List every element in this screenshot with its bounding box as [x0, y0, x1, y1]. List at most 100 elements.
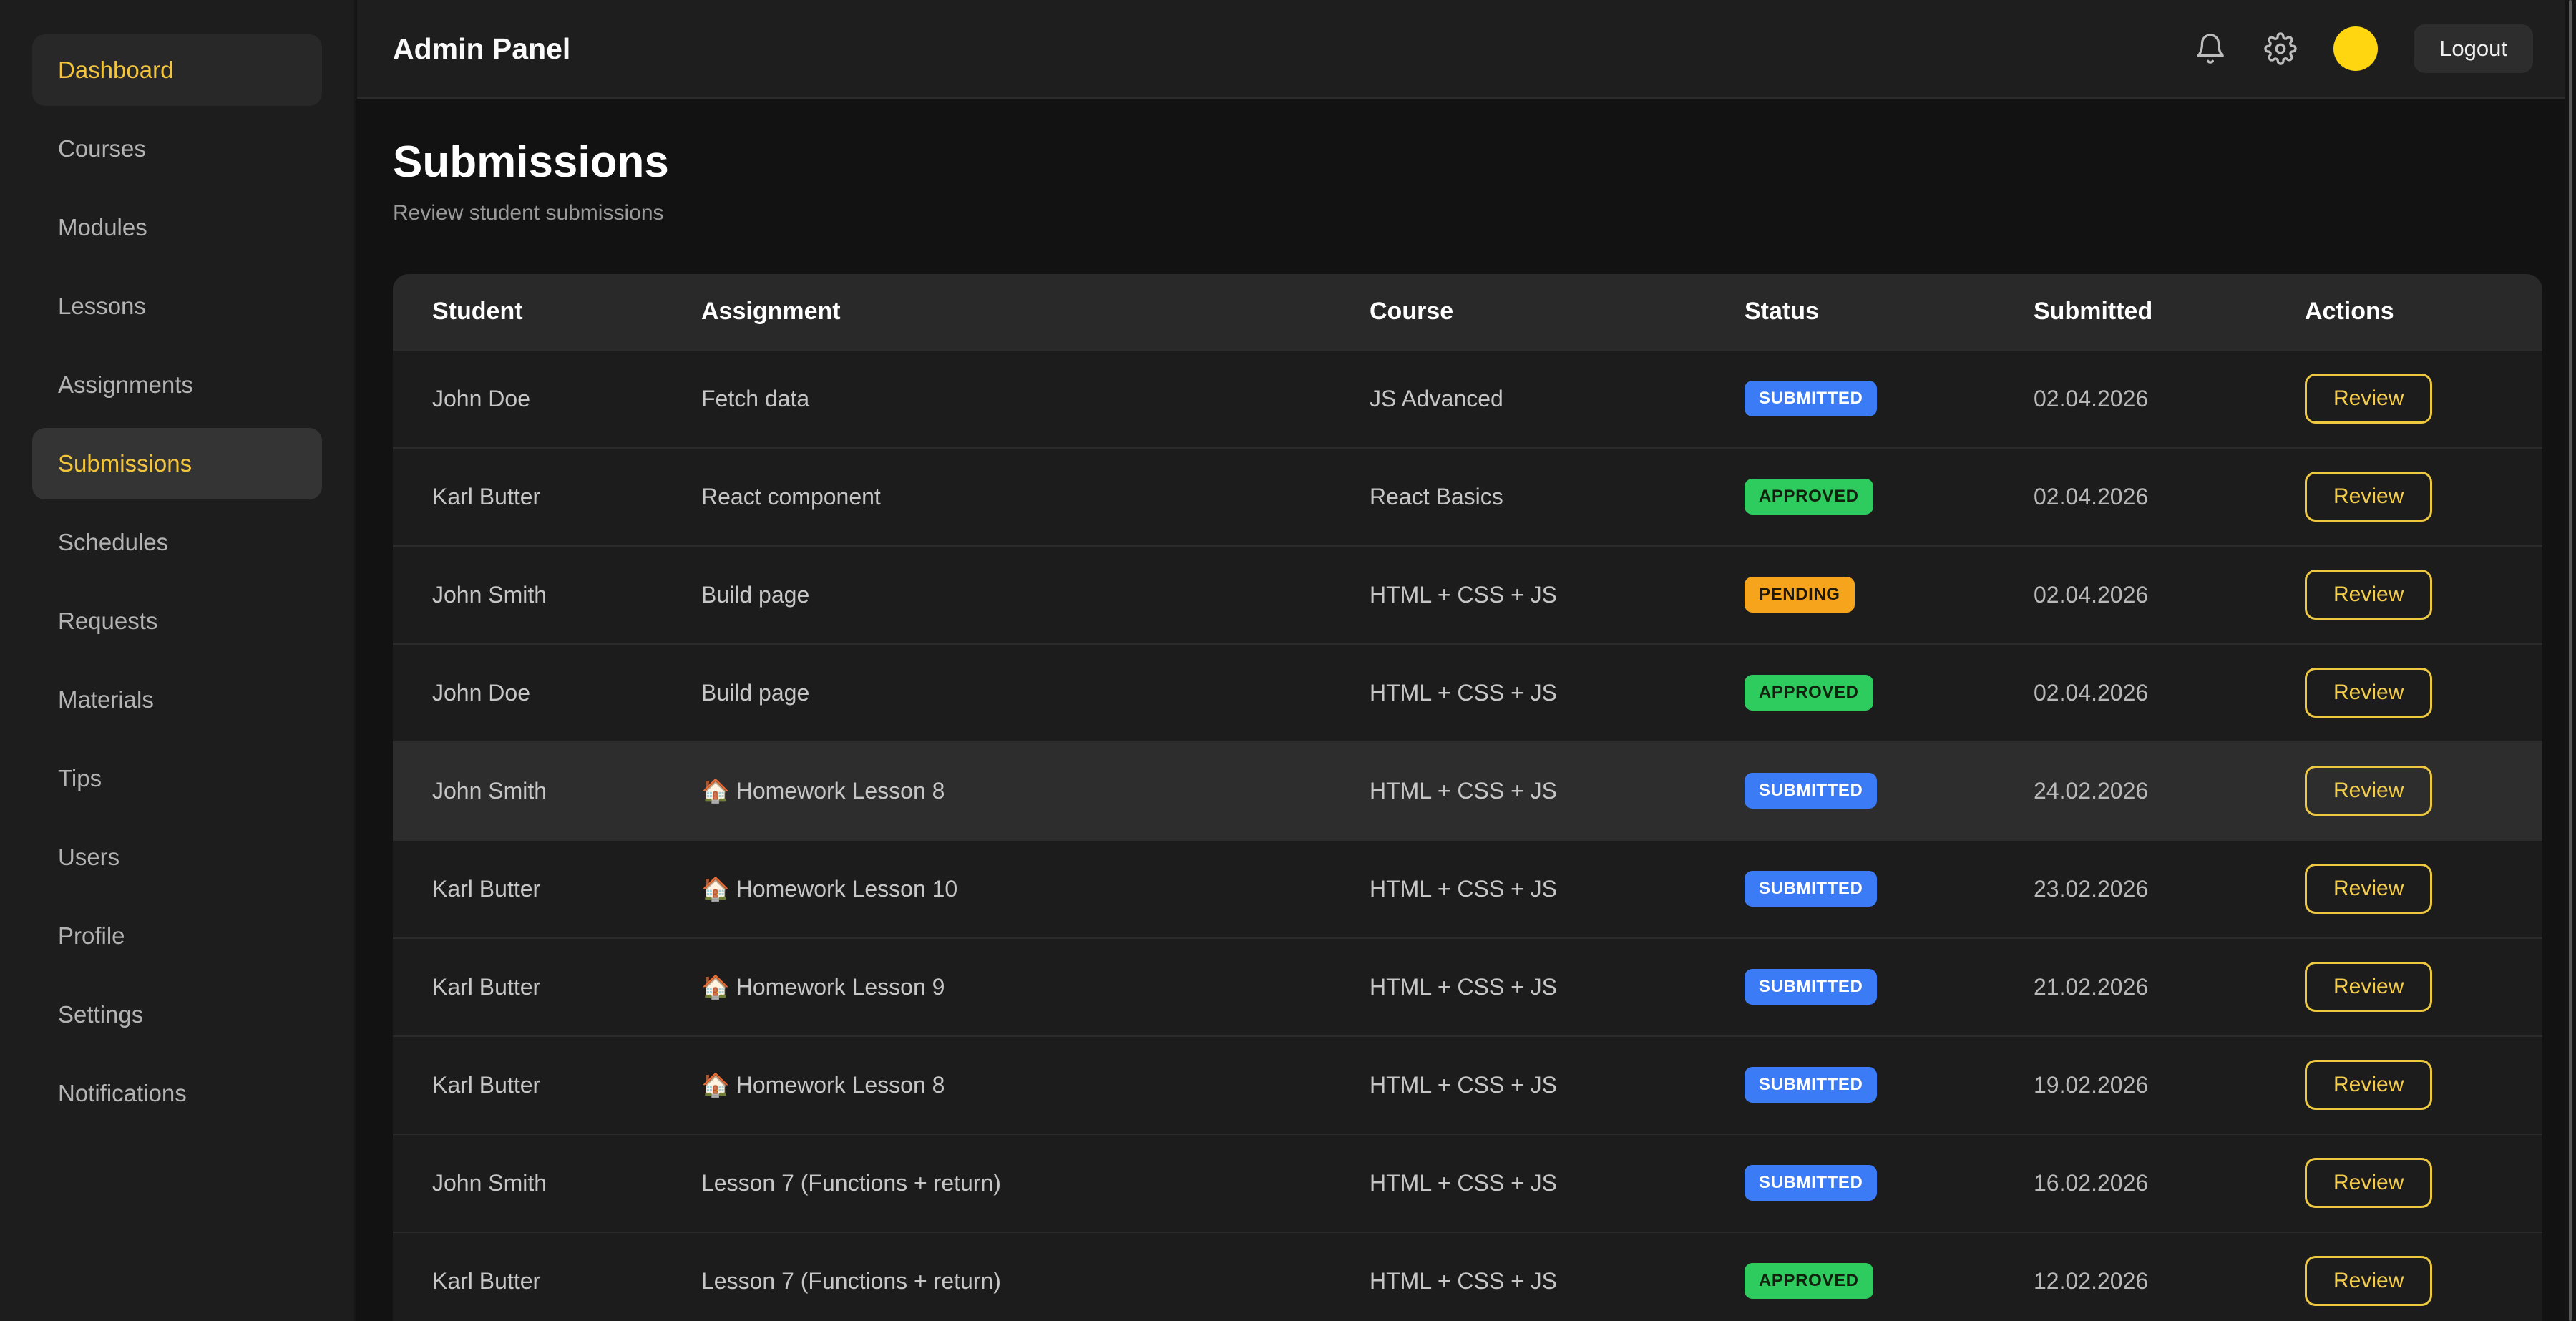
table-row: Karl Butter 🏠 Homework Lesson 9 HTML + CSS…: [393, 937, 2542, 1035]
student-value: Karl Butter: [432, 974, 540, 1000]
status-cell: APPROVED: [1705, 479, 1994, 515]
sidebar-item-label: Schedules: [58, 529, 168, 556]
sidebar-item-label: Lessons: [58, 293, 146, 320]
review-button[interactable]: Review: [2305, 668, 2432, 718]
review-button[interactable]: Review: [2305, 570, 2432, 620]
sidebar-item-label: Dashboard: [58, 57, 173, 84]
submitted-cell: 02.04.2026: [1994, 484, 2265, 510]
table-row: John DoeBuild pageHTML + CSS + JSAPPROVE…: [393, 643, 2542, 741]
avatar[interactable]: [2333, 26, 2378, 71]
assignment-cell: 🏠 Homework Lesson 10: [662, 875, 1330, 902]
assignment-cell: Fetch data: [662, 386, 1330, 412]
sidebar-item-modules[interactable]: Modules: [32, 192, 322, 263]
review-button[interactable]: Review: [2305, 1256, 2432, 1306]
sidebar-item-users[interactable]: Users: [32, 822, 322, 893]
submitted-value: 02.04.2026: [2034, 484, 2148, 510]
sidebar-item-label: Tips: [58, 765, 102, 792]
status-badge: APPROVED: [1745, 1263, 1873, 1299]
actions-cell: Review: [2265, 374, 2542, 424]
submitted-value: 24.02.2026: [2034, 778, 2148, 804]
review-button[interactable]: Review: [2305, 1060, 2432, 1110]
status-badge: PENDING: [1745, 577, 1855, 613]
assignment-cell: 🏠 Homework Lesson 9: [662, 973, 1330, 1000]
student-value: John Smith: [432, 1170, 547, 1196]
review-button[interactable]: Review: [2305, 1158, 2432, 1208]
submitted-cell: 16.02.2026: [1994, 1170, 2265, 1196]
sidebar-item-settings[interactable]: Settings: [32, 979, 322, 1051]
sidebar-item-profile[interactable]: Profile: [32, 900, 322, 972]
student-cell: Karl Butter: [393, 876, 662, 902]
sidebar-item-label: Profile: [58, 922, 125, 950]
sidebar-item-requests[interactable]: Requests: [32, 585, 322, 657]
assignment-cell: React component: [662, 484, 1330, 510]
assignment-cell: 🏠 Homework Lesson 8: [662, 1071, 1330, 1098]
status-cell: SUBMITTED: [1705, 773, 1994, 809]
actions-cell: Review: [2265, 668, 2542, 718]
sidebar-item-notifications[interactable]: Notifications: [32, 1058, 322, 1129]
submitted-value: 12.02.2026: [2034, 1268, 2148, 1294]
review-button[interactable]: Review: [2305, 864, 2432, 914]
gear-icon[interactable]: [2263, 31, 2298, 66]
column-header-status: Status: [1705, 298, 1994, 326]
course-value: HTML + CSS + JS: [1370, 778, 1557, 804]
actions-cell: Review: [2265, 864, 2542, 914]
sidebar-item-courses[interactable]: Courses: [32, 113, 322, 185]
course-value: JS Advanced: [1370, 386, 1503, 411]
status-cell: APPROVED: [1705, 1263, 1994, 1299]
review-button[interactable]: Review: [2305, 766, 2432, 816]
course-value: HTML + CSS + JS: [1370, 974, 1557, 1000]
sidebar-item-materials[interactable]: Materials: [32, 664, 322, 736]
course-cell: React Basics: [1330, 484, 1705, 510]
main-area: Admin Panel Logout Submissions Review st…: [357, 0, 2576, 1321]
sidebar-item-submissions[interactable]: Submissions: [32, 428, 322, 499]
course-value: HTML + CSS + JS: [1370, 1170, 1557, 1196]
vertical-scrollbar[interactable]: [2565, 0, 2576, 1321]
submitted-cell: 23.02.2026: [1994, 876, 2265, 902]
table-row: John SmithLesson 7 (Functions + return)H…: [393, 1134, 2542, 1232]
submissions-table: Student Assignment Course Status Submitt…: [393, 274, 2542, 1321]
status-cell: PENDING: [1705, 577, 1994, 613]
topbar: Admin Panel Logout: [357, 0, 2576, 99]
status-cell: SUBMITTED: [1705, 381, 1994, 416]
submitted-value: 19.02.2026: [2034, 1072, 2148, 1098]
sidebar-item-label: Modules: [58, 214, 147, 241]
content: Submissions Review student submissions S…: [357, 99, 2576, 1321]
topbar-actions: Logout: [2193, 24, 2533, 73]
status-badge: SUBMITTED: [1745, 773, 1877, 809]
status-badge: APPROVED: [1745, 675, 1873, 711]
actions-cell: Review: [2265, 472, 2542, 522]
sidebar-item-tips[interactable]: Tips: [32, 743, 322, 814]
sidebar-item-dashboard[interactable]: Dashboard: [32, 34, 322, 106]
course-cell: HTML + CSS + JS: [1330, 974, 1705, 1000]
table-row: Karl Butter 🏠 Homework Lesson 10 HTML + CS…: [393, 839, 2542, 937]
sidebar-item-assignments[interactable]: Assignments: [32, 349, 322, 421]
scrollbar-thumb[interactable]: [2569, 0, 2572, 1321]
assignment-value: React component: [701, 484, 881, 510]
student-cell: John Smith: [393, 1170, 662, 1196]
sidebar-item-lessons[interactable]: Lessons: [32, 270, 322, 342]
assignment-value: 🏠 Homework Lesson 9: [701, 974, 945, 1000]
assignment-value: Lesson 7 (Functions + return): [701, 1268, 1001, 1294]
review-button[interactable]: Review: [2305, 472, 2432, 522]
status-cell: APPROVED: [1705, 675, 1994, 711]
submitted-cell: 02.04.2026: [1994, 680, 2265, 706]
table-row: John Smith🏠 Homework Lesson 8HTML + CSS …: [393, 741, 2542, 839]
column-header-assignment: Assignment: [662, 298, 1330, 326]
review-button[interactable]: Review: [2305, 374, 2432, 424]
review-button[interactable]: Review: [2305, 962, 2432, 1012]
sidebar-item-schedules[interactable]: Schedules: [32, 507, 322, 578]
course-value: HTML + CSS + JS: [1370, 876, 1557, 902]
sidebar-item-label: Assignments: [58, 371, 193, 399]
page-subtitle: Review student submissions: [393, 201, 2542, 225]
course-value: HTML + CSS + JS: [1370, 582, 1557, 608]
course-value: React Basics: [1370, 484, 1503, 510]
student-value: Karl Butter: [432, 876, 540, 902]
table-row: Karl ButterReact componentReact BasicsAP…: [393, 447, 2542, 545]
submitted-cell: 02.04.2026: [1994, 386, 2265, 412]
table-row: Karl ButterLesson 7 (Functions + return)…: [393, 1232, 2542, 1321]
logout-button[interactable]: Logout: [2414, 24, 2533, 73]
bell-icon[interactable]: [2193, 31, 2228, 66]
table-row: Karl Butter🏠 Homework Lesson 8HTML + CSS…: [393, 1035, 2542, 1134]
student-value: John Doe: [432, 680, 530, 706]
actions-cell: Review: [2265, 962, 2542, 1012]
